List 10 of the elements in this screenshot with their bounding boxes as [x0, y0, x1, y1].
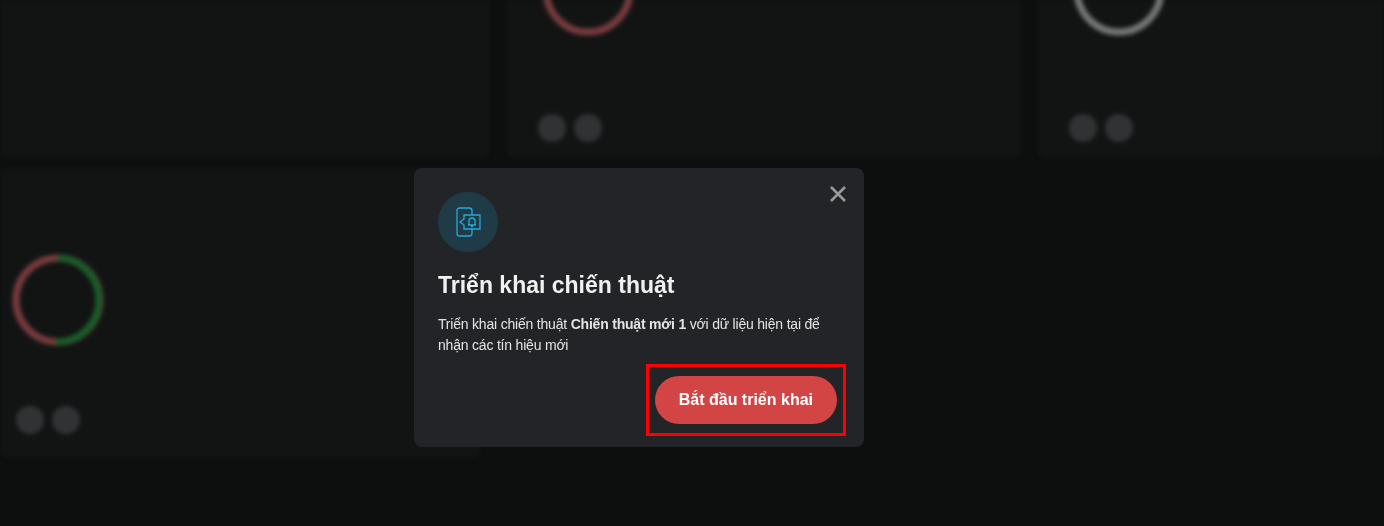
round-button-icon	[1105, 114, 1133, 142]
round-button-icon	[52, 406, 80, 434]
round-button-icon	[574, 114, 602, 142]
close-icon[interactable]	[828, 184, 848, 204]
dialog-title: Triển khai chiến thuật	[438, 271, 676, 300]
round-button-icon	[16, 406, 44, 434]
dialog-message: Triển khai chiến thuật Chiến thuật mới 1 với dữ liệu hiện tại để nhận các tín hiệu mới	[438, 315, 821, 355]
round-button-icon	[1069, 114, 1097, 142]
start-deploy-button[interactable]: Bắt đầu triển khai	[654, 376, 837, 424]
round-button-icon	[538, 114, 566, 142]
